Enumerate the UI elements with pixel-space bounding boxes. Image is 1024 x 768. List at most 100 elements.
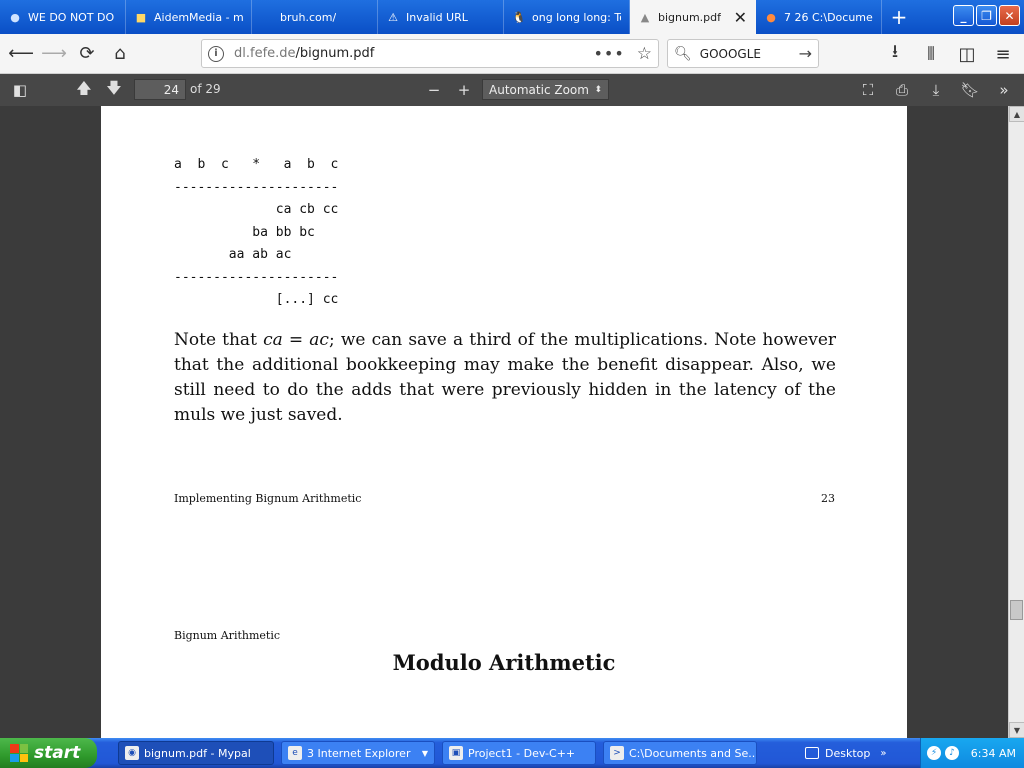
sidebar-toggle-icon[interactable]: ◫ (952, 39, 982, 69)
tab-we-do-not-do[interactable]: ● WE DO NOT DO (0, 0, 126, 34)
code-line: --------------------- (174, 269, 339, 285)
taskbar-item-devcpp[interactable]: ▣ Project1 - Dev-C++ (442, 741, 596, 765)
tab-bruh[interactable]: bruh.com/ (252, 0, 378, 34)
restore-button[interactable]: ❐ (976, 5, 997, 26)
new-tab-button[interactable]: + (882, 0, 916, 34)
bookmark-icon[interactable]: 🔖︎ (956, 77, 984, 103)
code-line: ca cb cc (174, 202, 339, 217)
sidebar-toggle-icon[interactable]: ◧ (6, 77, 34, 103)
search-bar[interactable]: 🔍︎ GOOOGLE → (667, 39, 819, 68)
code-line: aa ab ac (174, 247, 292, 262)
info-icon[interactable]: i (208, 45, 224, 62)
search-icon: 🔍︎ (674, 45, 692, 62)
url-bar[interactable]: i dl.fefe.de/bignum.pdf ••• ☆ (201, 39, 659, 68)
taskbar-item-mypal[interactable]: ◉ bignum.pdf - Mypal (118, 741, 274, 765)
page-count: of 29 (190, 82, 221, 96)
system-tray: ⚡ ♪ 6:34 AM (920, 738, 1024, 768)
code-block: a b c * a b c --------------------- ca cb… (174, 154, 338, 312)
network-icon[interactable]: ⚡ (927, 746, 941, 760)
tab-strip: ● WE DO NOT DO ■ AidemMedia - mi bruh.co… (0, 0, 1024, 34)
tab-documents[interactable]: ● 7 26 C:\Documen (756, 0, 882, 34)
desktop-toolbar[interactable]: Desktop » (805, 738, 887, 768)
section-title: Modulo Arithmetic (392, 650, 616, 675)
bookmark-star-icon[interactable]: ☆ (637, 44, 652, 64)
search-icon: ● (10, 10, 20, 24)
previous-page-icon[interactable]: 🡅 (70, 77, 98, 103)
tab-bignum-pdf[interactable]: ▲ bignum.pdf ✕ (630, 0, 756, 34)
scroll-down-icon[interactable]: ▼ (1009, 722, 1024, 738)
taskbar-item-internet-explorer[interactable]: e 3 Internet Explorer ▼ (281, 741, 435, 765)
command-prompt-icon: > (610, 746, 624, 760)
home-button[interactable]: ⌂ (105, 39, 135, 69)
tab-label: Invalid URL (406, 10, 468, 24)
reload-button[interactable]: ⟳ (72, 39, 102, 69)
close-window-button[interactable]: ✕ (999, 5, 1020, 26)
tab-label: AidemMedia - mi (154, 10, 243, 24)
menu-icon[interactable]: ≡ (988, 39, 1018, 69)
forward-button[interactable]: ⟶ (39, 39, 69, 69)
desktop-label: Desktop (825, 746, 871, 760)
tab-invalid-url[interactable]: ⚠ Invalid URL (378, 0, 504, 34)
downloads-icon[interactable]: ⭳ (880, 39, 910, 69)
search-go-icon[interactable]: → (799, 44, 812, 63)
window-controls: _ ❐ ✕ (953, 5, 1020, 26)
scrollbar-thumb[interactable] (1010, 600, 1023, 620)
close-tab-icon[interactable]: ✕ (734, 8, 747, 27)
warning-icon: ⚠ (388, 10, 398, 24)
pdf-viewer[interactable]: a b c * a b c --------------------- ca cb… (0, 106, 1008, 738)
zoom-in-button[interactable]: + (450, 77, 478, 103)
windows-flag-icon (10, 744, 28, 762)
para-math: ca = ac (263, 330, 329, 350)
code-line: [...] cc (174, 292, 339, 307)
tab-label: bruh.com/ (280, 10, 337, 24)
zoom-select[interactable]: Automatic Zoom ⬍ (482, 79, 609, 100)
task-label: 3 Internet Explorer (307, 746, 411, 760)
taskbar-item-cmd[interactable]: > C:\Documents and Se... (603, 741, 757, 765)
devcpp-icon: ▣ (449, 746, 463, 760)
vertical-scrollbar[interactable]: ▲ ▼ (1008, 106, 1024, 738)
scroll-up-icon[interactable]: ▲ (1009, 106, 1024, 122)
tab-label: 7 26 C:\Documen (784, 10, 873, 24)
tab-label: ong long long: To (532, 10, 621, 24)
start-button[interactable]: start (0, 738, 97, 768)
task-label: bignum.pdf - Mypal (144, 746, 251, 760)
minimize-button[interactable]: _ (953, 5, 974, 26)
penguin-icon: 🐧 (512, 10, 526, 24)
task-label: Project1 - Dev-C++ (468, 746, 576, 760)
library-icon[interactable]: ⫴ (916, 39, 946, 69)
tab-ong-long-long[interactable]: 🐧 ong long long: To (504, 0, 630, 34)
internet-explorer-icon: e (288, 746, 302, 760)
tools-chevron-icon[interactable]: » (990, 77, 1018, 103)
chevron-updown-icon: ⬍ (594, 84, 602, 95)
pdf-page: a b c * a b c --------------------- ca cb… (101, 106, 907, 738)
mypal-icon: ◉ (125, 746, 139, 760)
pdf-icon: ▲ (640, 10, 650, 24)
zoom-select-value: Automatic Zoom (489, 82, 589, 97)
next-page-icon[interactable]: 🡇 (100, 77, 128, 103)
code-line: --------------------- (174, 179, 339, 195)
body-paragraph: Note that ca = ac; we can save a third o… (174, 328, 836, 428)
chevron-down-icon: ▼ (421, 748, 428, 758)
presentation-mode-icon[interactable]: ⛶ (854, 77, 882, 103)
start-label: start (34, 743, 81, 763)
navigation-bar: ⟵ ⟶ ⟳ ⌂ i dl.fefe.de/bignum.pdf ••• ☆ 🔍︎… (0, 34, 1024, 74)
chevron-right-icon[interactable]: » (880, 748, 886, 759)
clock: 6:34 AM (970, 746, 1016, 760)
nav-toolbar-right: ⭳ ⫴ ◫ ≡ (880, 39, 1018, 69)
back-button[interactable]: ⟵ (6, 39, 36, 69)
page-actions-icon[interactable]: ••• (593, 44, 624, 63)
tab-aidemmedia[interactable]: ■ AidemMedia - mi (126, 0, 252, 34)
search-input[interactable]: GOOOGLE (700, 47, 761, 61)
save-icon[interactable]: ⤓ (922, 77, 950, 103)
page-number-input[interactable]: 24 (134, 79, 186, 100)
page-footer-number: 23 (821, 492, 835, 505)
print-icon[interactable]: ⎙ (888, 77, 916, 103)
pdf-toolbar: ◧ 🡅 🡇 24 of 29 − + Automatic Zoom ⬍ ⛶ ⎙ … (0, 74, 1024, 106)
tab-label: bignum.pdf (658, 10, 722, 24)
volume-icon[interactable]: ♪ (945, 746, 959, 760)
url-text: dl.fefe.de/bignum.pdf (234, 46, 374, 61)
para-prefix: Note that (174, 330, 264, 350)
task-label: C:\Documents and Se... (629, 746, 757, 760)
zoom-out-button[interactable]: − (420, 77, 448, 103)
page-footer-title: Implementing Bignum Arithmetic (174, 492, 362, 505)
